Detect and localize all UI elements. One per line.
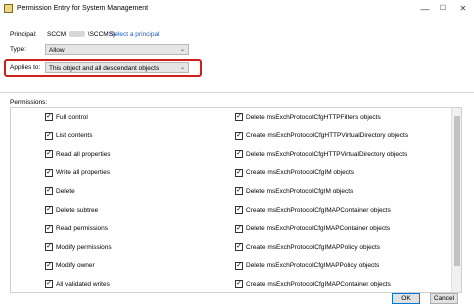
permission-label: Delete: [56, 187, 75, 195]
permission-checkbox[interactable]: ✓: [45, 224, 53, 233]
permission-label: Delete msExchProtocolCfgHTTPVirtualDirec…: [246, 150, 408, 158]
applies-to-dropdown[interactable]: This object and all descendant objects ⌄: [45, 62, 189, 73]
window-title: Permission Entry for System Management: [17, 5, 149, 12]
permission-label: Delete msExchProtocolCfgIMAPContainer ob…: [246, 225, 391, 233]
principal-label: Principal:: [10, 31, 37, 38]
permission-label: Full control: [56, 113, 88, 121]
permission-label: Modify permissions: [56, 243, 112, 251]
principal-value: SCCM \SCCMS): [47, 31, 115, 38]
permission-checkbox[interactable]: ✓: [235, 280, 243, 289]
permission-label: Delete msExchProtocolCfgIMAPPolicy objec…: [246, 262, 380, 270]
permissions-list: ✓ Full control ✓ List contents ✓ Read all pro…: [10, 107, 462, 293]
permission-label: Read all properties: [56, 150, 111, 158]
chevron-down-icon: ⌄: [179, 65, 185, 71]
window-folder-icon: [4, 4, 13, 13]
permission-label: Create msExchProtocolCfgIM objects: [246, 169, 355, 177]
permission-checkbox[interactable]: ✓: [45, 261, 53, 270]
vertical-scrollbar[interactable]: [451, 108, 461, 292]
permission-checkbox[interactable]: ✓: [235, 261, 243, 270]
permission-label: Delete subtree: [56, 206, 99, 214]
type-dropdown-value: Allow: [49, 46, 65, 54]
permission-checkbox[interactable]: ✓: [45, 150, 53, 159]
chevron-down-icon: ⌄: [179, 47, 185, 53]
title-bar: Permission Entry for System Management —…: [0, 0, 474, 18]
applies-to-dropdown-value: This object and all descendant objects: [49, 64, 160, 72]
close-button[interactable]: ✕: [452, 0, 474, 18]
permission-label: Create msExchProtocolCfgIMAPContainer ob…: [246, 206, 391, 214]
permission-checkbox[interactable]: ✓: [45, 131, 53, 140]
permission-label: List contents: [56, 132, 93, 140]
applies-to-label: Applies to:: [10, 64, 41, 71]
permission-checkbox[interactable]: ✓: [235, 187, 243, 196]
permission-label: Write all properties: [56, 169, 111, 177]
permission-checkbox[interactable]: ✓: [45, 280, 53, 289]
maximize-button[interactable]: ☐: [432, 0, 454, 18]
section-divider: [0, 92, 474, 93]
permission-label: Read permissions: [56, 225, 109, 233]
permission-label: Modify owner: [56, 262, 95, 270]
ok-button[interactable]: OK: [392, 293, 420, 304]
select-principal-link[interactable]: Select a principal: [110, 31, 160, 38]
permission-checkbox[interactable]: ✓: [235, 243, 243, 252]
redacted-text: [68, 31, 85, 38]
permission-checkbox[interactable]: ✓: [235, 168, 243, 177]
permission-checkbox[interactable]: ✓: [235, 113, 243, 121]
permission-checkbox[interactable]: ✓: [45, 168, 53, 177]
permission-label: Delete msExchProtocolCfgHTTPFilters obje…: [246, 113, 381, 121]
permission-label: Create msExchProtocolCfgHTTPVirtualDirec…: [246, 132, 409, 140]
permission-label: Create msExchProtocolCfgIMAPContainer ob…: [246, 280, 391, 288]
permission-label: Delete msExchProtocolCfgIM objects: [246, 187, 354, 195]
cancel-button[interactable]: Cancel: [430, 293, 458, 304]
permission-checkbox[interactable]: ✓: [235, 224, 243, 233]
permission-label: All validated writes: [56, 280, 110, 288]
permission-checkbox[interactable]: ✓: [45, 187, 53, 196]
type-label: Type:: [10, 46, 26, 53]
permission-checkbox[interactable]: ✓: [235, 206, 243, 214]
permission-checkbox[interactable]: ✓: [45, 243, 53, 252]
permission-checkbox[interactable]: ✓: [235, 150, 243, 159]
permissions-header: Permissions:: [10, 99, 48, 106]
scrollbar-thumb[interactable]: [454, 116, 460, 266]
permission-label: Create msExchProtocolCfgIMAPPolicy objec…: [246, 243, 381, 251]
permission-checkbox[interactable]: ✓: [45, 206, 53, 214]
permission-checkbox[interactable]: ✓: [45, 113, 53, 121]
permission-checkbox[interactable]: ✓: [235, 131, 243, 140]
principal-value-prefix: SCCM: [47, 31, 67, 38]
type-dropdown[interactable]: Allow ⌄: [45, 44, 189, 55]
